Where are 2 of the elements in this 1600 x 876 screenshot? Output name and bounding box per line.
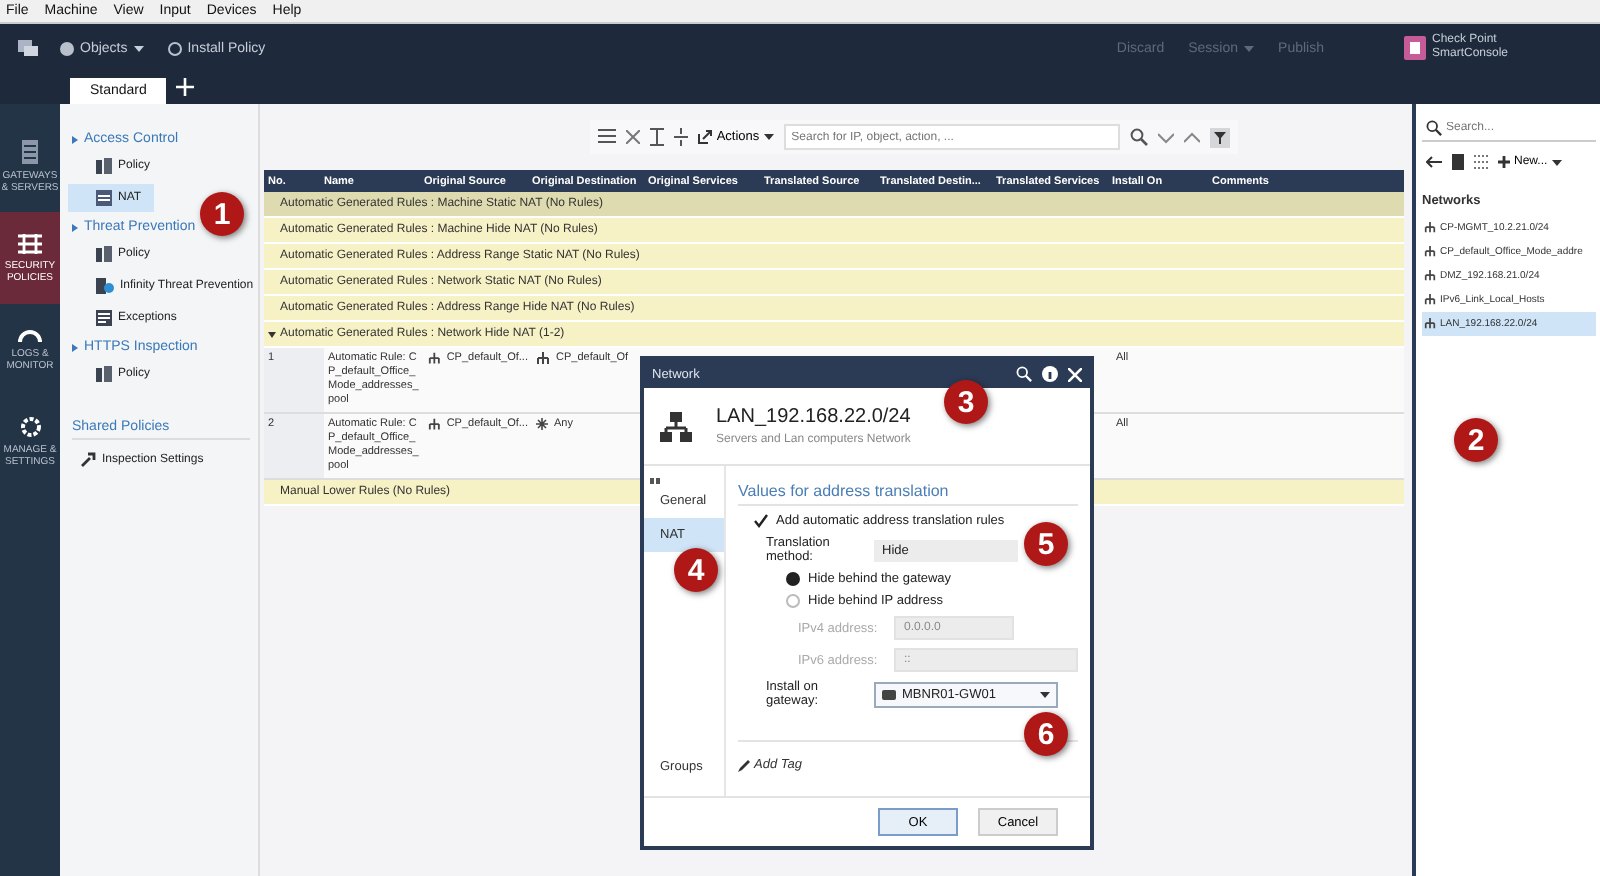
section-title: Values for address translation [738,482,1078,506]
object-name: LAN_192.168.22.0/24 [716,406,911,428]
